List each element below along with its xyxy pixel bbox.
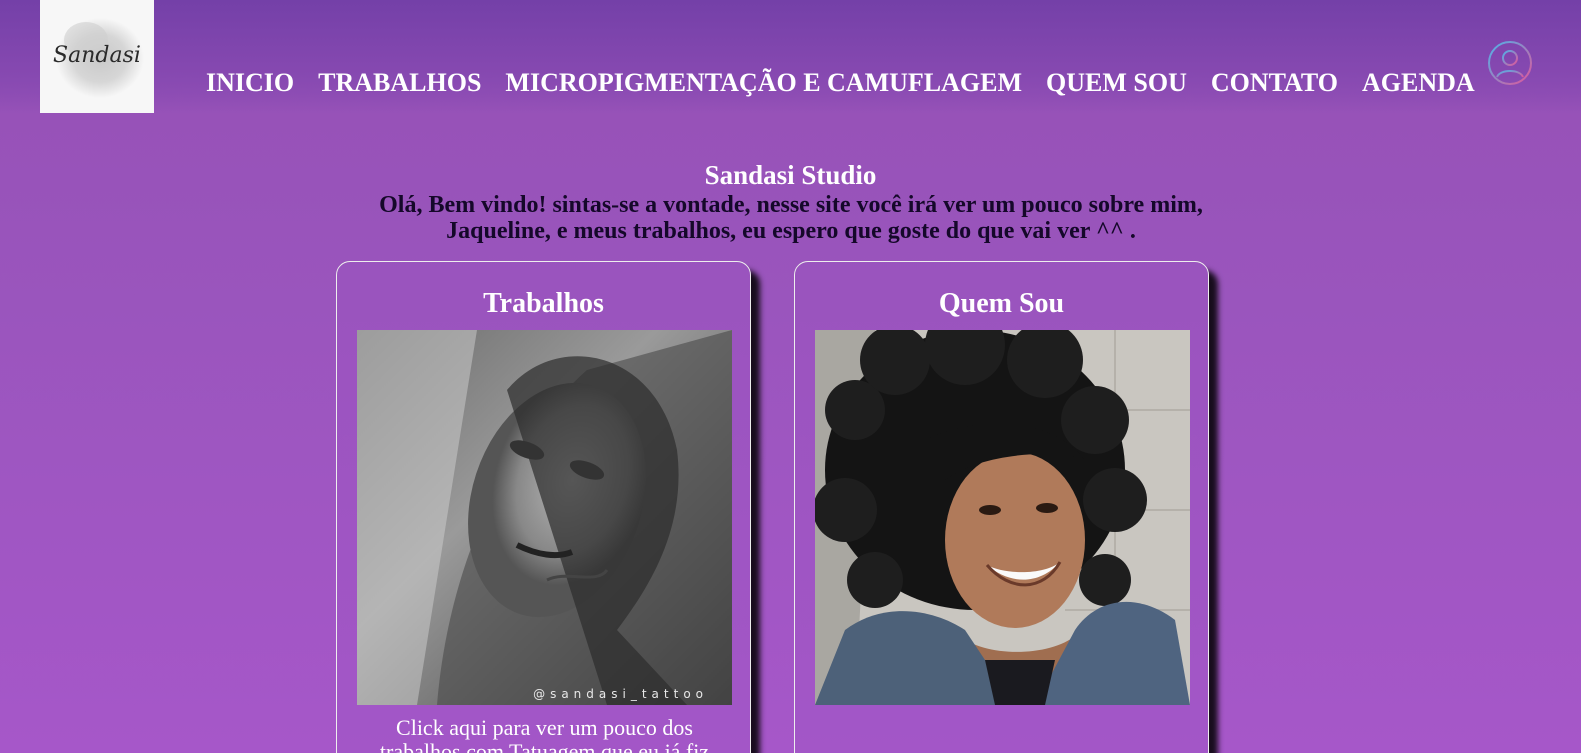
site-logo[interactable]: Sandasi <box>40 0 154 113</box>
card-quem-sou[interactable]: Quem Sou <box>794 261 1209 753</box>
nav-trabalhos[interactable]: TRABALHOS <box>318 66 481 100</box>
card-title: Trabalhos <box>483 288 604 319</box>
logo-text: Sandasi <box>53 43 141 68</box>
card-caption[interactable]: Click aqui para ver um pouco dos trabalh… <box>357 716 732 753</box>
page-title: Sandasi Studio <box>704 160 877 190</box>
nav-quem-sou[interactable]: QUEM SOU <box>1046 66 1187 100</box>
portrait-photo[interactable] <box>815 330 1190 705</box>
nav-inicio[interactable]: INICIO <box>206 66 294 100</box>
main-nav: INICIO TRABALHOS MICROPIGMENTAÇÃO E CAMU… <box>206 66 1499 100</box>
card-trabalhos[interactable]: Trabalhos @sandasi_tattoo Click aqui par… <box>336 261 751 753</box>
user-circle-icon[interactable] <box>1487 40 1533 86</box>
image-watermark: @sandasi_tattoo <box>533 687 708 701</box>
nav-agenda[interactable]: AGENDA <box>1362 66 1475 100</box>
nav-contato[interactable]: CONTATO <box>1211 66 1338 100</box>
card-title: Quem Sou <box>938 288 1065 319</box>
hero-section: Sandasi Studio Olá, Bem vindo! sintas-se… <box>0 158 1581 244</box>
tattoo-photo[interactable]: @sandasi_tattoo <box>357 330 732 705</box>
nav-micropigmentacao[interactable]: MICROPIGMENTAÇÃO E CAMUFLAGEM <box>505 66 1022 100</box>
welcome-text: Olá, Bem vindo! sintas-se a vontade, nes… <box>379 192 1203 244</box>
logo-icon: Sandasi <box>53 18 144 98</box>
